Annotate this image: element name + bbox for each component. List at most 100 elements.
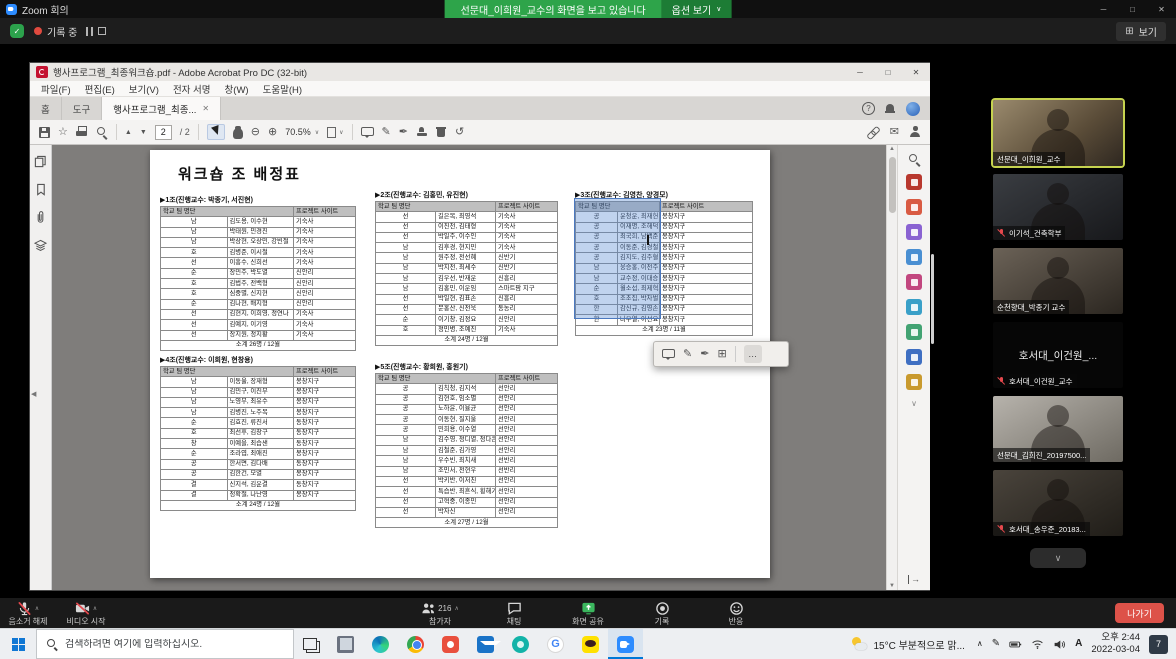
app-teal-icon[interactable] xyxy=(503,629,538,659)
app-monitor-icon[interactable] xyxy=(328,629,363,659)
tab-도구[interactable]: 도구 xyxy=(62,97,102,120)
mute-options-caret[interactable]: ∧ xyxy=(35,605,39,612)
clock[interactable]: 오후 2:44 2022-03-04 xyxy=(1091,632,1140,657)
reactions-button[interactable]: 반응 xyxy=(714,598,758,628)
start-video-button[interactable]: ∧ 비디오 시작 xyxy=(64,598,108,628)
ime-indicator[interactable]: A xyxy=(1075,639,1082,649)
organize-pages-icon[interactable] xyxy=(906,299,922,315)
start-button[interactable] xyxy=(0,629,36,659)
layers-icon[interactable] xyxy=(34,239,47,252)
vertical-scrollbar[interactable]: ▲ ▼ xyxy=(886,145,897,590)
sign-icon[interactable]: ✒ xyxy=(700,349,709,360)
attachments-icon[interactable] xyxy=(34,211,47,224)
menu-item[interactable]: 창(W) xyxy=(218,82,256,96)
fill-sign-icon[interactable] xyxy=(906,374,922,390)
menu-item[interactable]: 보기(V) xyxy=(122,82,166,96)
app-zoom-icon[interactable] xyxy=(608,629,643,659)
acrobat-minimize-button[interactable]: ─ xyxy=(846,63,874,81)
comment-tool-icon[interactable] xyxy=(906,249,922,265)
zoom-out-icon[interactable]: ⊖ xyxy=(251,127,260,138)
favorites-star-icon[interactable]: ☆ xyxy=(58,127,68,138)
chat-button[interactable]: 채팅 xyxy=(492,598,536,628)
search-tools-icon[interactable] xyxy=(908,153,920,165)
share-screen-button[interactable]: 화면 공유 xyxy=(566,598,610,628)
notification-icon[interactable]: 7 xyxy=(1149,635,1168,654)
select-tool-icon[interactable] xyxy=(207,124,225,140)
compress-pdf-icon[interactable] xyxy=(906,324,922,340)
unmute-button[interactable]: ∧ 음소거 해제 xyxy=(6,598,50,628)
stop-recording-icon[interactable] xyxy=(98,27,106,35)
participant-tile[interactable]: 호서대_이건원_...호서대_이건원_교수 xyxy=(993,322,1123,388)
task-view-icon[interactable] xyxy=(294,629,328,659)
scrollbar-thumb[interactable] xyxy=(889,157,896,213)
tab-document[interactable]: 행사프로그램_최종...✕ xyxy=(102,97,221,120)
participants-button[interactable]: 216 ∧ 참가자 xyxy=(418,598,462,628)
app-google-icon[interactable] xyxy=(538,629,573,659)
more-tools-icon[interactable]: … xyxy=(744,345,762,363)
edit-pdf-icon[interactable] xyxy=(906,224,922,240)
delete-pages-icon[interactable] xyxy=(436,126,447,138)
video-options-caret[interactable]: ∧ xyxy=(93,605,97,612)
zoom-in-icon[interactable]: ⊕ xyxy=(268,127,277,138)
acrobat-titlebar[interactable]: 행사프로그램_최종워크숍.pdf - Adobe Acrobat Pro DC … xyxy=(30,63,930,81)
grid-icon[interactable]: ⊞ xyxy=(717,349,726,360)
close-tab-icon[interactable]: ✕ xyxy=(202,104,209,113)
pen-icon[interactable]: ✎ xyxy=(992,639,1000,649)
participant-tile[interactable]: 선문대_김희진_20197500... xyxy=(993,396,1123,462)
more-tools-caret[interactable]: ∨ xyxy=(911,399,917,408)
menu-item[interactable]: 도움말(H) xyxy=(256,82,309,96)
tab-홈[interactable]: 홈 xyxy=(30,97,62,120)
scroll-up-icon[interactable]: ▲ xyxy=(887,146,897,152)
tray-overflow-caret[interactable]: ∧ xyxy=(977,640,983,648)
app-edge-icon[interactable] xyxy=(363,629,398,659)
app-kakao-icon[interactable] xyxy=(573,629,608,659)
hand-tool-icon[interactable] xyxy=(233,128,243,139)
scroll-down-icon[interactable]: ▼ xyxy=(887,583,897,589)
search-input[interactable] xyxy=(65,639,275,650)
participants-caret[interactable]: ∧ xyxy=(454,605,458,612)
close-button[interactable]: ✕ xyxy=(1147,0,1176,18)
account-avatar[interactable] xyxy=(906,102,920,116)
battery-icon[interactable] xyxy=(1009,638,1022,651)
mail-icon[interactable]: ✉ xyxy=(890,127,899,138)
meeting-security-shield-icon[interactable]: ✓ xyxy=(10,24,24,38)
participant-tile[interactable]: 순천향대_박종기 교수 xyxy=(993,248,1123,314)
notifications-bell-icon[interactable] xyxy=(885,103,896,115)
participant-tile[interactable]: 호서대_송우준_20183... xyxy=(993,470,1123,536)
record-button[interactable]: 기록 xyxy=(640,598,684,628)
link-icon[interactable] xyxy=(867,126,880,139)
next-page-icon[interactable]: ▼ xyxy=(140,129,147,136)
acrobat-maximize-button[interactable]: □ xyxy=(874,63,902,81)
save-icon[interactable] xyxy=(39,127,50,138)
comment-icon[interactable] xyxy=(361,126,374,139)
zoom-level-dropdown[interactable]: 70.5% ∨ xyxy=(285,127,319,137)
page-number-input[interactable]: 2 xyxy=(155,125,172,140)
acrobat-close-button[interactable]: ✕ xyxy=(902,63,930,81)
weather-widget[interactable]: 15°C 부분적으로 맑... xyxy=(849,637,967,652)
app-red-icon[interactable] xyxy=(433,629,468,659)
open-tools-pane-icon[interactable]: → xyxy=(908,575,920,584)
more-participants-button[interactable]: ∨ xyxy=(1030,548,1086,568)
comment-icon[interactable] xyxy=(662,348,675,361)
print-icon[interactable] xyxy=(76,126,88,138)
bookmarks-icon[interactable] xyxy=(34,183,47,196)
menu-item[interactable]: 편집(E) xyxy=(78,82,122,96)
app-chrome-icon[interactable] xyxy=(398,629,433,659)
previous-page-icon[interactable]: ▲ xyxy=(125,129,132,136)
taskbar-search[interactable] xyxy=(36,629,294,659)
create-pdf-icon[interactable] xyxy=(906,199,922,215)
refresh-icon[interactable]: ↺ xyxy=(455,127,464,138)
maximize-button[interactable]: □ xyxy=(1118,0,1147,18)
minimize-button[interactable]: ─ xyxy=(1089,0,1118,18)
document-view[interactable]: 워크숍 조 배정표 ▶1조(진행교수: 박종기, 서진현) 학교 팀 명단프로젝… xyxy=(52,145,886,590)
page-thumbnails-icon[interactable] xyxy=(34,155,47,168)
combine-files-icon[interactable] xyxy=(906,274,922,290)
menu-item[interactable]: 전자 서명 xyxy=(166,82,218,96)
help-icon[interactable]: ? xyxy=(862,102,875,115)
leave-button[interactable]: 나가기 xyxy=(1115,603,1164,623)
view-options-button[interactable]: 옵션 보기 ∨ xyxy=(662,0,732,18)
participant-tile[interactable]: 선문대_이희원_교수 xyxy=(993,100,1123,166)
highlight-pen-icon[interactable]: ✎ xyxy=(382,127,391,138)
page-display-dropdown[interactable]: ∨ xyxy=(327,127,343,138)
pause-recording-icon[interactable] xyxy=(86,27,93,36)
